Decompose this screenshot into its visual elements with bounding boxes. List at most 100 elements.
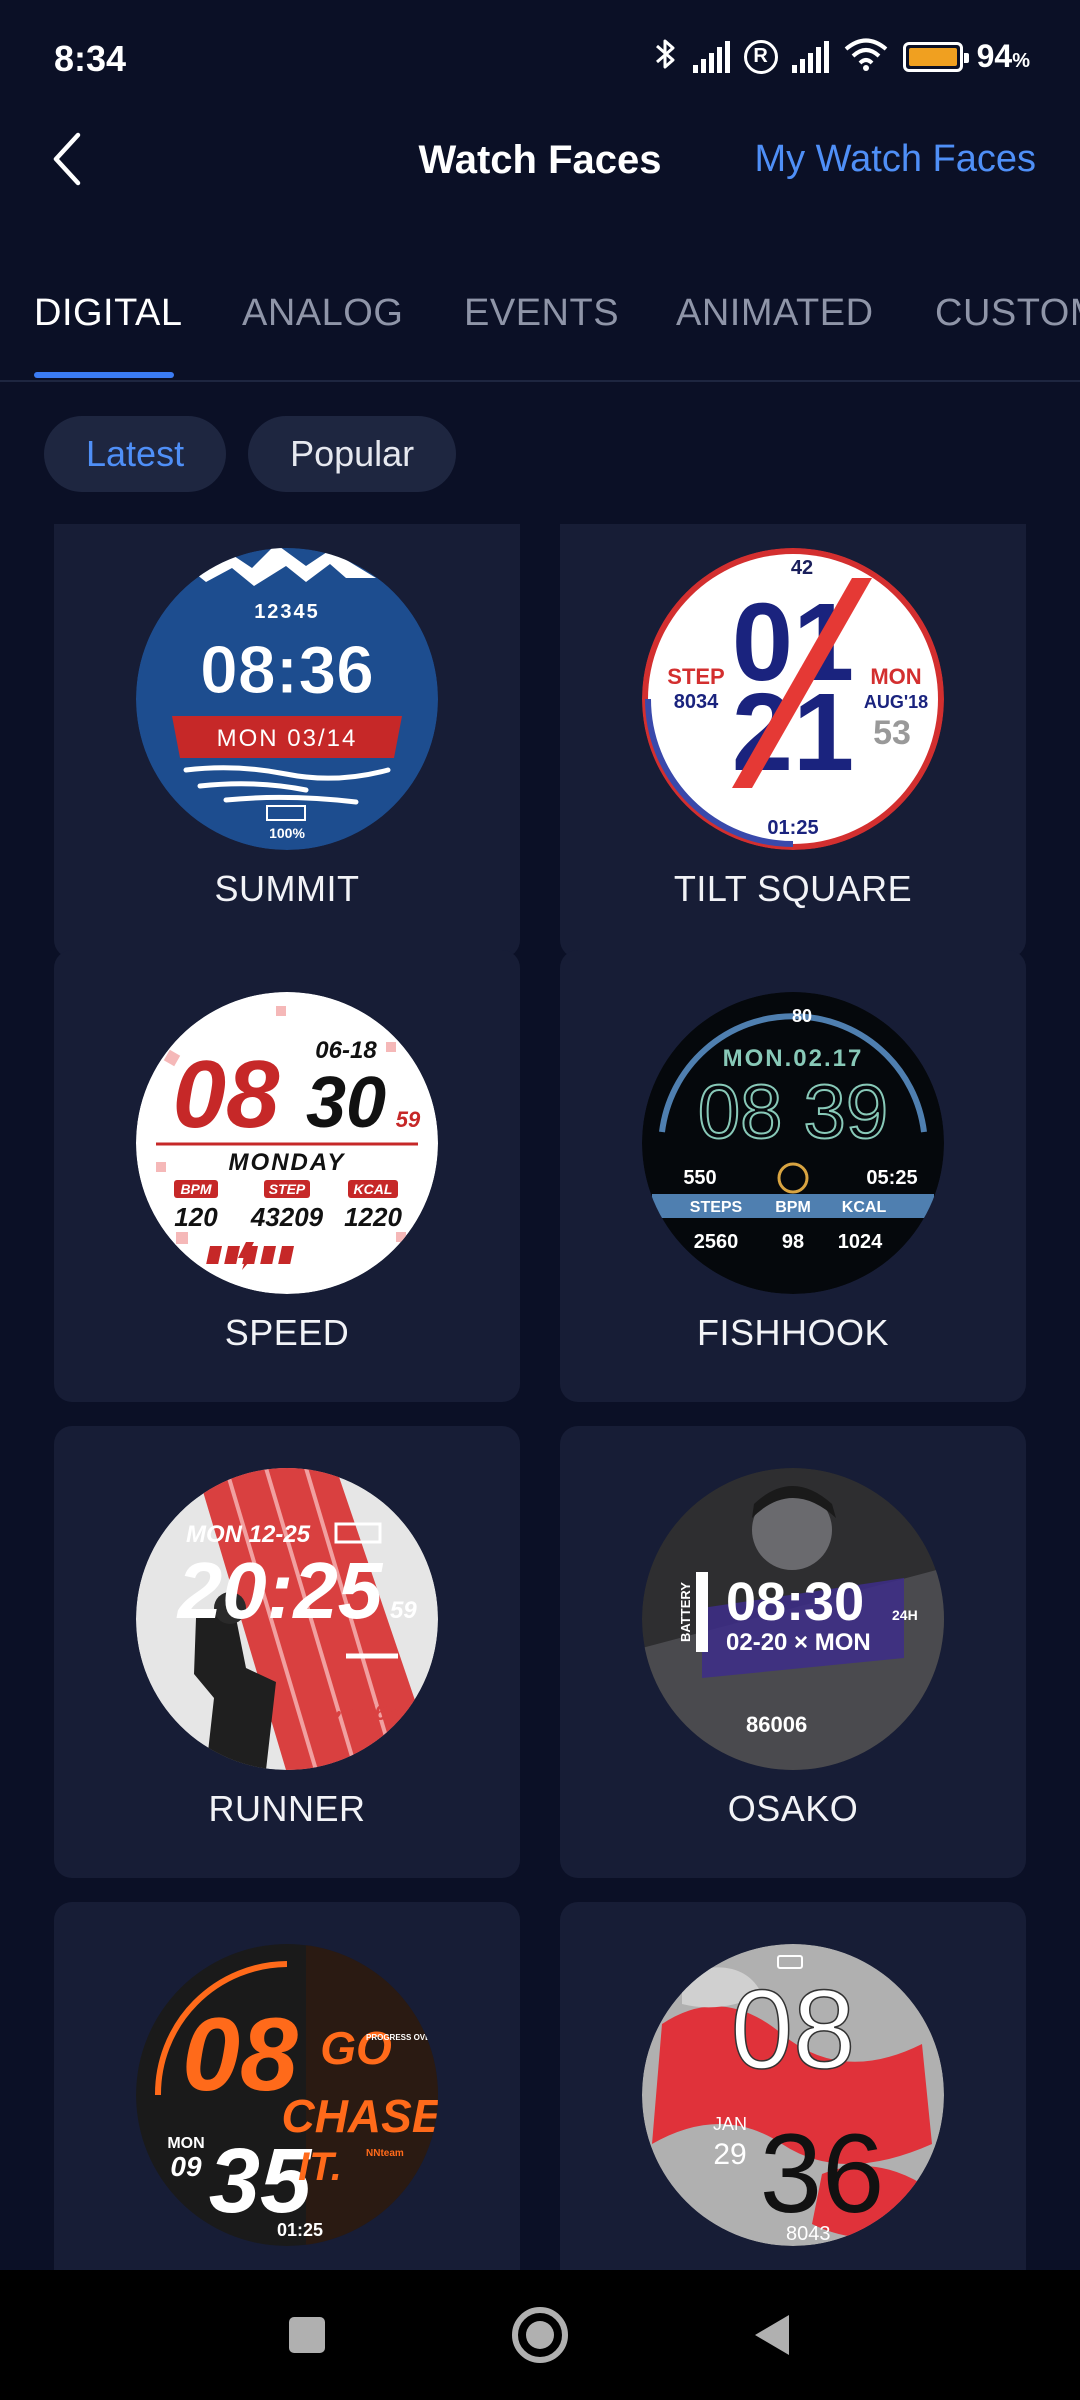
svg-text:♥: ♥ xyxy=(332,1707,342,1724)
face-day: MON xyxy=(167,2135,204,2152)
face-date: MON 12-25 xyxy=(186,1521,311,1548)
tab-animated[interactable]: ANIMATED xyxy=(676,292,874,335)
face-value-3: 1024 xyxy=(838,1231,883,1253)
watch-face-card-runner[interactable]: MON 12-25 20:25 59 ♥ 15632 RUNNER xyxy=(54,1426,520,1878)
watch-face-name: SUMMIT xyxy=(214,868,360,909)
recents-button[interactable] xyxy=(274,2302,340,2368)
face-battery-label: BATTERY xyxy=(678,1582,693,1642)
watch-face-card-8[interactable]: 08 36 JAN 29 8043 xyxy=(560,1902,1026,2270)
face-steps: 86006 xyxy=(746,1712,807,1737)
tab-analog[interactable]: ANALOG xyxy=(242,292,403,335)
home-circle-icon xyxy=(512,2307,568,2363)
face-steps: 8043 xyxy=(786,2223,831,2245)
face-right: 05:25 xyxy=(866,1167,917,1189)
watch-face-preview: MON 12-25 20:25 59 ♥ 15632 xyxy=(136,1468,438,1770)
tab-digital[interactable]: DIGITAL xyxy=(34,292,183,335)
face-date: AUG'18 xyxy=(864,692,928,712)
watch-face-preview: 42 01 21 STEP 8034 MON AUG'18 53 01:25 xyxy=(642,548,944,850)
watch-face-name: RUNNER xyxy=(208,1788,366,1829)
status-icons: R 94% xyxy=(653,36,1030,77)
watch-face-name: SPEED xyxy=(224,1312,350,1353)
watch-face-card-tilt-square[interactable]: 42 01 21 STEP 8034 MON AUG'18 53 01:25 T… xyxy=(560,524,1026,958)
face-value-2: 98 xyxy=(782,1231,804,1253)
square-icon xyxy=(289,2317,325,2353)
watch-face-name: FISHHOOK xyxy=(696,1312,889,1353)
face-bpm: 120 xyxy=(174,1202,218,1232)
face-mode: 24H xyxy=(892,1607,918,1623)
bluetooth-icon xyxy=(653,36,679,77)
face-time: 08 39 xyxy=(698,1070,888,1155)
face-top: 80 xyxy=(792,1006,812,1026)
face-go: GO xyxy=(320,2022,392,2074)
face-bottom: 01:25 xyxy=(767,817,818,839)
watch-face-card-summit[interactable]: 12345 08:36 MON 03/14 100% SUMMIT xyxy=(54,524,520,958)
tab-custom[interactable]: CUSTOM xyxy=(935,292,1080,335)
watch-face-preview: BATTERY 08:30 24H 02-20 × MON 86006 xyxy=(642,1468,944,1770)
header: Watch Faces My Watch Faces xyxy=(0,120,1080,210)
face-date: MON.02.17 xyxy=(723,1045,864,1072)
roaming-icon: R xyxy=(743,39,778,74)
watch-face-card-fishhook[interactable]: 80 MON.02.17 08 39 550 05:25 STEPS BPM K… xyxy=(560,950,1026,1402)
system-nav-bar xyxy=(0,2270,1080,2400)
face-label-3: KCAL xyxy=(842,1199,887,1216)
face-kcal-label: KCAL xyxy=(354,1181,393,1197)
home-button[interactable] xyxy=(507,2302,573,2368)
face-date: 09 xyxy=(170,2151,202,2182)
face-kcal: 1220 xyxy=(344,1202,402,1232)
face-minute: 36 xyxy=(760,2111,885,2236)
tab-events[interactable]: EVENTS xyxy=(464,292,619,335)
face-steps: 43209 xyxy=(250,1202,324,1232)
watch-face-grid: 12345 08:36 MON 03/14 100% SUMMIT 42 01 … xyxy=(0,524,1080,2270)
face-time: 20:25 xyxy=(176,1546,384,1635)
watch-face-preview: 12345 08:36 MON 03/14 100% xyxy=(136,548,438,850)
face-bottom: 01:25 xyxy=(277,2220,323,2240)
watch-face-preview: 08 36 JAN 29 8043 xyxy=(642,1944,944,2246)
face-time: 08:30 xyxy=(726,1572,864,1632)
face-month: JAN xyxy=(713,2114,747,2134)
face-label-2: BPM xyxy=(775,1199,811,1216)
filter-popular[interactable]: Popular xyxy=(248,416,457,492)
face-label-1: STEPS xyxy=(690,1199,743,1216)
face-time: 08:36 xyxy=(200,632,374,708)
face-step-value: 8034 xyxy=(674,691,719,713)
face-it: IT. xyxy=(298,2145,342,2189)
status-bar: 8:34 R 94% xyxy=(0,0,1080,120)
face-value-1: 2560 xyxy=(694,1231,739,1253)
face-date: MON 03/14 xyxy=(217,725,358,752)
face-tagline: PROGRESS OVER PERFECTION xyxy=(366,2033,438,2042)
face-seconds: 59 xyxy=(390,1597,417,1624)
signal-icon xyxy=(791,40,829,73)
battery-percent: 94% xyxy=(976,38,1030,74)
face-heart: 15632 xyxy=(350,1700,412,1725)
my-watch-faces-link[interactable]: My Watch Faces xyxy=(754,138,1036,181)
active-tab-indicator xyxy=(34,372,174,378)
face-battery: 100% xyxy=(269,825,305,841)
face-left: 550 xyxy=(683,1167,716,1189)
watch-face-preview: 08 35 GO CHASE IT. PROGRESS OVER PERFECT… xyxy=(136,1944,438,2246)
face-day: MONDAY xyxy=(229,1149,346,1176)
watch-face-name: TILT SQUARE xyxy=(673,868,913,909)
category-tabs: DIGITAL ANALOG EVENTS ANIMATED CUSTOM xyxy=(0,282,1080,382)
face-minute: 30 xyxy=(306,1063,386,1143)
face-chase: CHASE xyxy=(281,2090,438,2142)
filter-latest[interactable]: Latest xyxy=(44,416,227,492)
watch-face-card-7[interactable]: 08 35 GO CHASE IT. PROGRESS OVER PERFECT… xyxy=(54,1902,520,2270)
face-date: 29 xyxy=(713,2138,746,2171)
back-nav-button[interactable] xyxy=(738,2302,804,2368)
face-seconds: 53 xyxy=(873,714,911,752)
face-day: MON xyxy=(870,664,921,689)
face-bpm-label: BPM xyxy=(180,1181,211,1197)
face-top: 42 xyxy=(791,557,813,579)
watch-face-preview: 80 MON.02.17 08 39 550 05:25 STEPS BPM K… xyxy=(642,992,944,1294)
battery-icon xyxy=(902,41,969,72)
face-step-label: STEP xyxy=(667,664,724,689)
watch-face-card-osako[interactable]: BATTERY 08:30 24H 02-20 × MON 86006 OSAK… xyxy=(560,1426,1026,1878)
watch-face-name: OSAKO xyxy=(727,1788,859,1829)
wifi-icon xyxy=(843,36,889,77)
status-time: 8:34 xyxy=(54,38,127,79)
filter-chips: Latest Popular xyxy=(44,416,457,492)
face-brand: NNteam xyxy=(366,2148,404,2159)
face-hour: 08 xyxy=(173,1041,280,1148)
watch-face-card-speed[interactable]: 08 06-18 30 59 MONDAY BPM STEP KCAL 120 … xyxy=(54,950,520,1402)
watch-face-preview: 08 06-18 30 59 MONDAY BPM STEP KCAL 120 … xyxy=(136,992,438,1294)
